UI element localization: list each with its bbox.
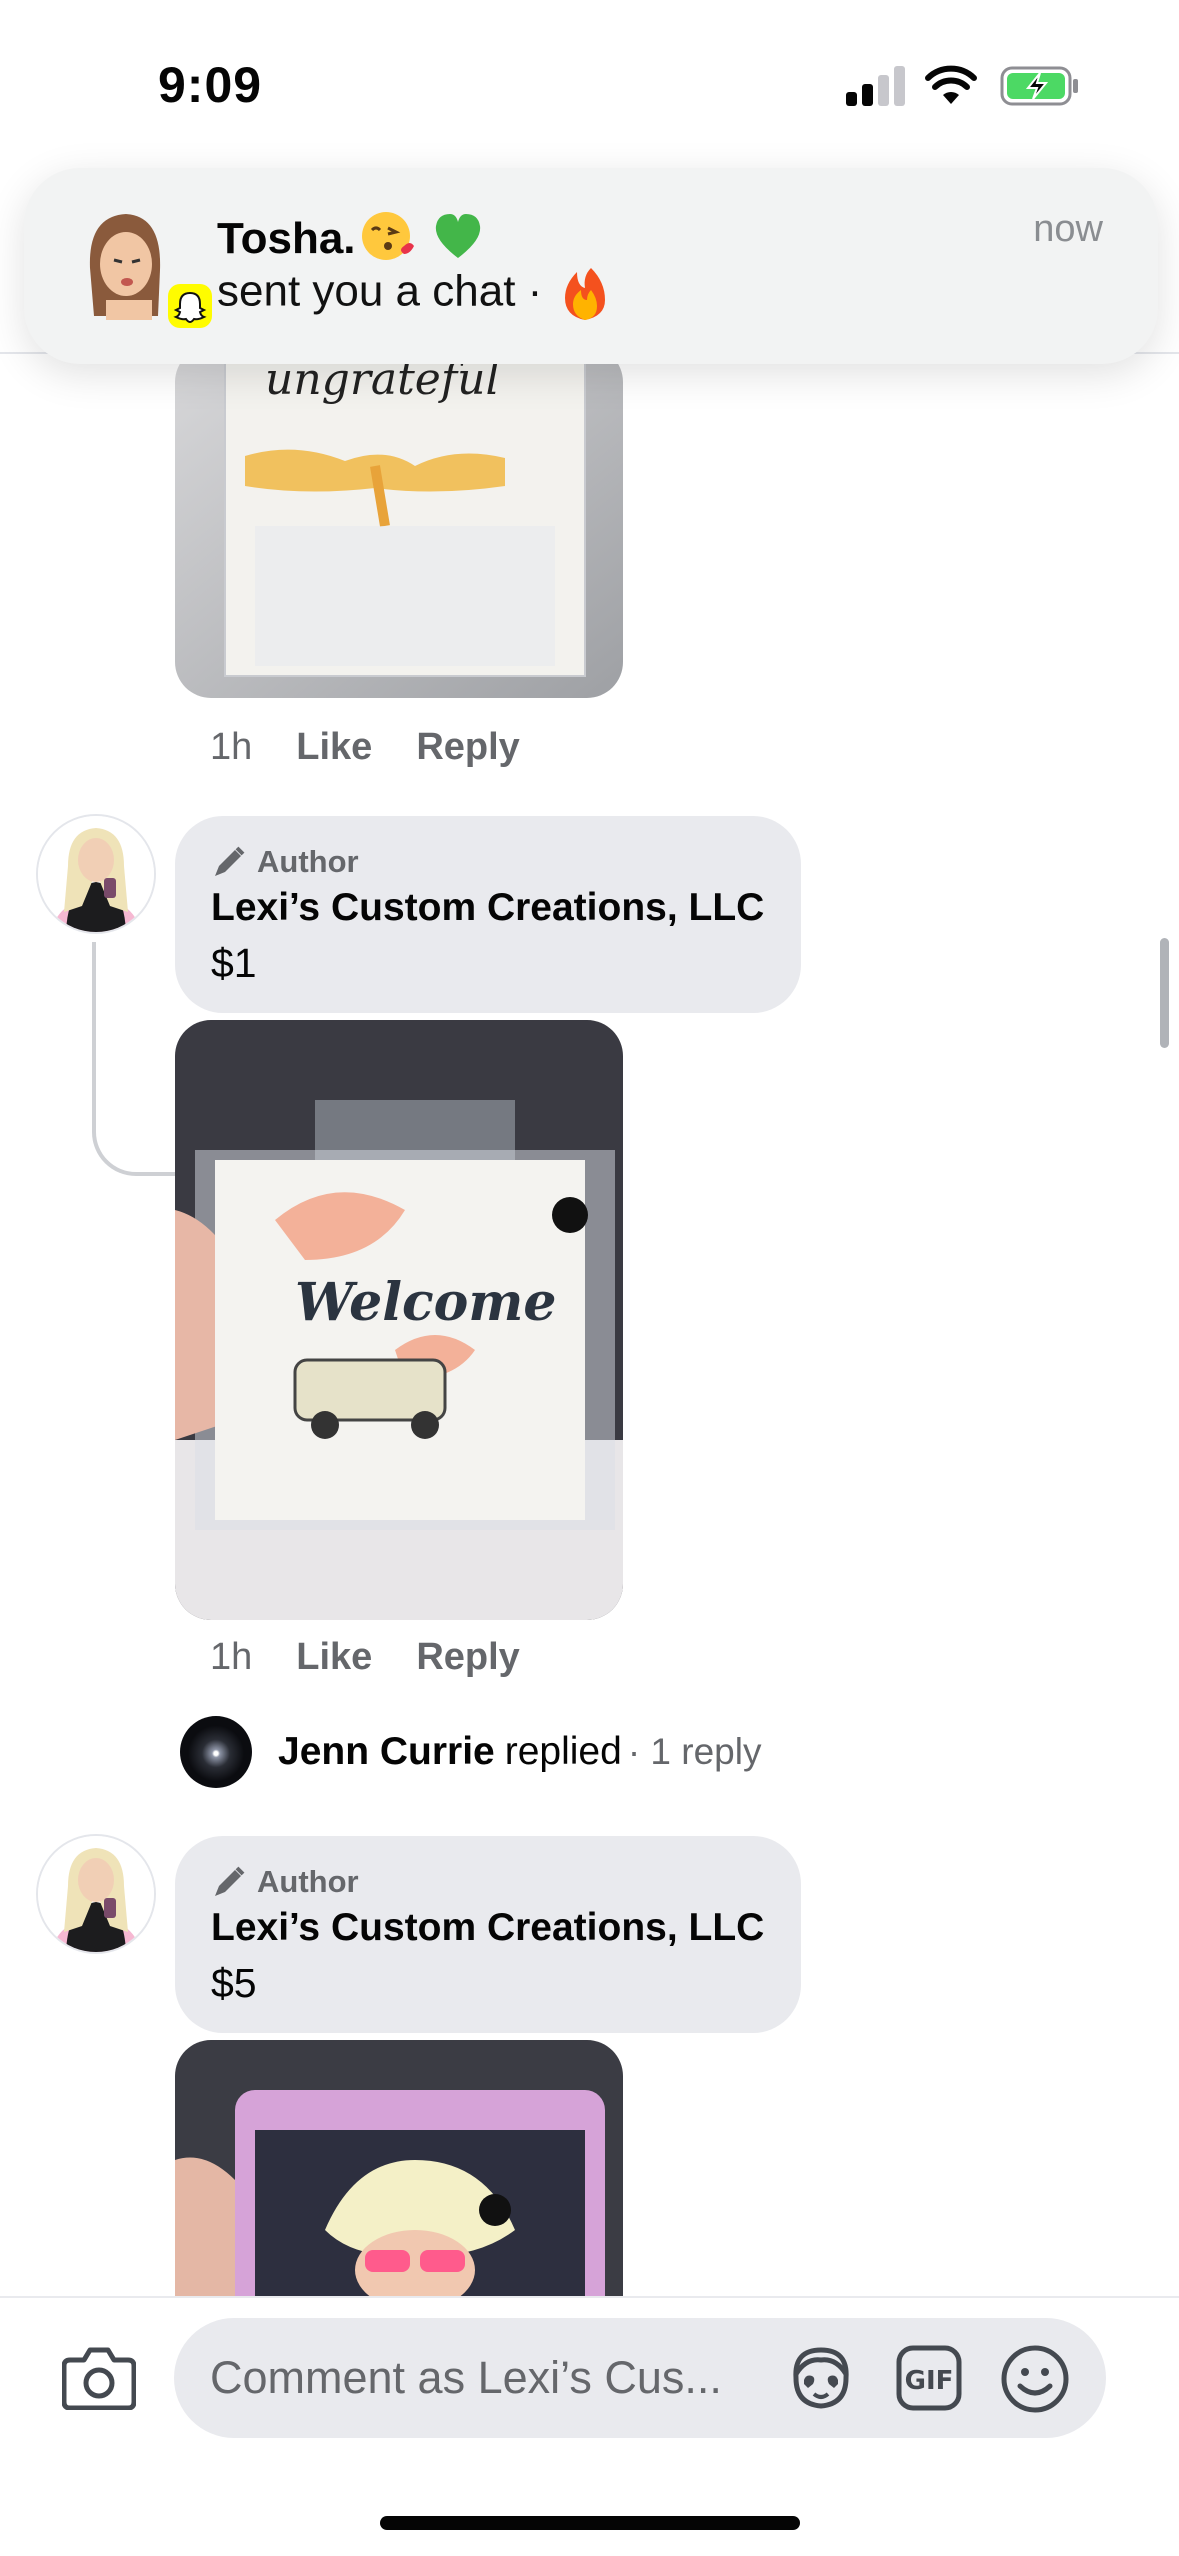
bitmoji-avatar [80, 208, 212, 328]
thread-line [92, 942, 178, 1176]
comment-photo-welcome[interactable]: Welcome [175, 1020, 623, 1620]
pencil-icon [215, 1866, 245, 1896]
author-badge: Author [211, 1862, 359, 1902]
avatar[interactable] [36, 1834, 156, 1954]
notification-time: now [1033, 208, 1103, 250]
commenter-name[interactable]: Lexi’s Custom Creations, LLC [211, 1906, 764, 1950]
comment-bubble[interactable]: Author Lexi’s Custom Creations, LLC $1 [175, 816, 801, 1013]
fire-emoji-icon [564, 268, 605, 320]
author-label: Author [257, 844, 359, 879]
camera-icon[interactable] [62, 2344, 136, 2410]
comment-text: $5 [211, 1960, 257, 2006]
snapchat-notification-banner[interactable]: Tosha. sent you a chat · now [24, 168, 1158, 364]
scrollbar[interactable] [1160, 938, 1169, 1048]
reply-avatar [180, 1716, 252, 1788]
commenter-name[interactable]: Lexi’s Custom Creations, LLC [211, 886, 764, 930]
comment-photo-bag[interactable] [175, 2040, 623, 2296]
gif-label: GIF [905, 2366, 954, 2396]
cellular-signal-icon [846, 66, 906, 106]
like-button[interactable]: Like [296, 726, 372, 769]
notification-title: Tosha. [217, 210, 486, 273]
comment-bubble[interactable]: Author Lexi’s Custom Creations, LLC $5 [175, 1836, 801, 2033]
reply-button[interactable]: Reply [416, 726, 519, 769]
avatar[interactable] [36, 814, 156, 934]
battery-charging-icon [1000, 66, 1078, 106]
reply-count: · 1 reply [627, 1731, 762, 1772]
avatar-sticker-icon[interactable] [786, 2344, 856, 2412]
like-button[interactable]: Like [296, 1636, 372, 1679]
author-label: Author [257, 1864, 359, 1899]
kiss-emoji-icon [361, 212, 414, 260]
reply-button[interactable]: Reply [416, 1636, 519, 1679]
comment-actions: 1h Like Reply [210, 726, 564, 769]
view-replies-link[interactable]: Jenn Currie replied · 1 reply [180, 1716, 761, 1788]
snapchat-ghost-icon [168, 284, 212, 328]
gif-icon[interactable]: GIF [896, 2345, 962, 2411]
status-bar: 9:09 [0, 0, 1179, 170]
comment-box[interactable]: GIF [174, 2318, 1106, 2438]
green-heart-emoji-icon [435, 214, 480, 258]
notification-body: sent you a chat · [217, 266, 611, 322]
status-time: 9:09 [158, 57, 263, 113]
comment-text: $1 [211, 940, 257, 986]
reply-author-name: Jenn Currie [278, 1730, 495, 1773]
wifi-icon [925, 65, 977, 104]
home-indicator[interactable] [380, 2516, 800, 2530]
comments-feed[interactable]: ungrateful 1h Like Reply Author Lexi’s Cus… [0, 356, 1179, 2296]
reply-verb: replied [504, 1730, 622, 1773]
comment-photo-ungrateful[interactable]: ungrateful [175, 356, 623, 698]
author-badge: Author [211, 842, 359, 882]
photo-text: Welcome [295, 1272, 556, 1333]
pencil-icon [215, 846, 245, 876]
emoji-icon[interactable] [1000, 2344, 1070, 2414]
comment-time: 1h [210, 726, 253, 768]
notification-sender: Tosha. [217, 214, 356, 264]
comment-actions: 1h Like Reply [210, 1636, 564, 1679]
comment-time: 1h [210, 1636, 253, 1678]
comment-input[interactable] [210, 2318, 770, 2438]
notification-body-text: sent you a chat · [217, 266, 543, 316]
